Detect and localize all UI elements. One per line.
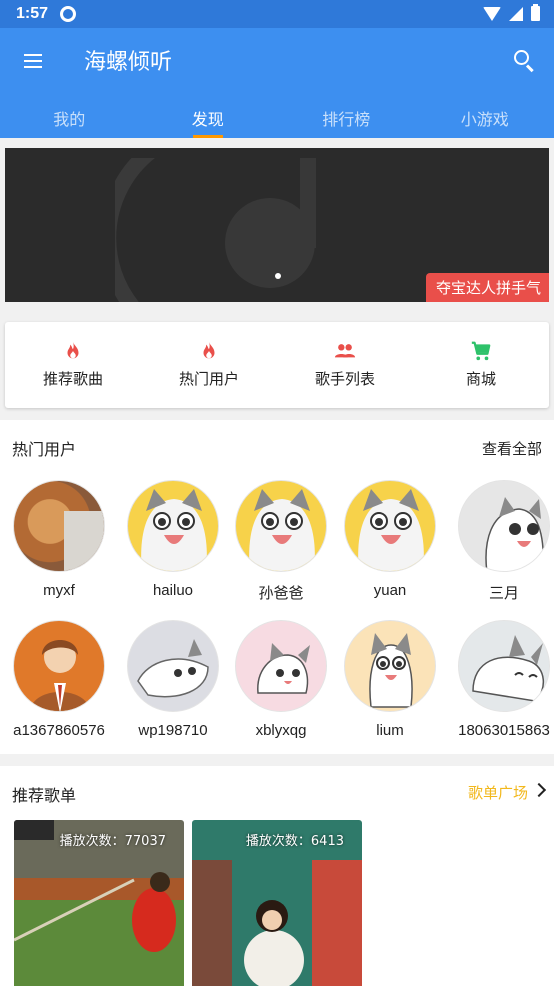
user-item[interactable]: xblyxqg [226,620,336,739]
avatar [235,480,327,572]
signal-icon [509,6,523,21]
tab-mini-games[interactable]: 小游戏 [416,100,554,138]
user-item[interactable]: hailuo [118,480,228,599]
status-indicators [483,4,540,21]
tab-discover[interactable]: 发现 [139,100,278,138]
user-name: myxf [43,582,75,599]
recommended-playlists-section: 推荐歌单 歌单广场 播放次数：77037 播放次数：6413 [0,766,554,986]
user-item[interactable]: 三月 [449,480,554,603]
user-item[interactable]: 18063015863 [449,620,554,739]
avatar [344,620,436,712]
user-item[interactable]: lium [335,620,445,739]
quick-item-label: 商城 [465,370,496,388]
wifi-icon [483,6,501,21]
user-item[interactable]: 孙爸爸 [226,480,336,603]
cat-avatar-icon [472,635,544,702]
carousel-indicator-dot [275,273,281,279]
avatar [458,480,550,572]
battery-icon [531,4,540,21]
quick-item-hot-users[interactable]: 热门用户 [141,322,277,408]
section-title: 热门用户 [12,440,77,459]
status-time: 1:57 [16,5,49,22]
status-bar: 1:57 [0,0,554,28]
user-name: a1367860576 [13,722,105,739]
banner-carousel[interactable]: 夺宝达人拼手气 [5,148,549,302]
user-name: wp198710 [138,722,208,739]
user-item[interactable]: wp198710 [118,620,228,739]
user-name: xblyxqg [255,722,307,739]
user-name: 18063015863 [458,722,550,739]
tab-bar: 我的 发现 排行榜 小游戏 [0,100,554,138]
app-title: 海螺倾听 [84,50,173,75]
user-name: yuan [373,582,407,599]
user-item[interactable]: yuan [335,480,445,599]
avatar [127,620,219,712]
user-name: hailuo [152,582,194,599]
quick-item-label: 推荐歌曲 [42,370,103,388]
avatar [13,620,105,712]
quick-item-recommended-songs[interactable]: 推荐歌曲 [5,322,141,408]
people-icon [334,344,356,358]
user-item[interactable]: a1367860576 [4,620,114,739]
app-bar: 海螺倾听 我的 发现 排行榜 小游戏 [0,28,554,138]
tab-charts[interactable]: 排行榜 [277,100,416,138]
avatar [13,480,105,572]
avatar [127,480,219,572]
cart-icon [471,341,491,361]
cat-avatar-icon [257,643,310,694]
quick-item-label: 歌手列表 [314,370,375,388]
cat-avatar-icon [369,633,413,708]
flame-icon [203,341,215,359]
chevron-right-icon[interactable] [531,782,547,798]
quick-item-label: 热门用户 [178,370,239,388]
anime-avatar-icon [30,640,90,711]
cat-avatar-icon [249,489,315,571]
avatar [458,620,550,712]
hot-users-section: 热门用户 查看全部 myxf hailuo 孙爸爸 yuan 三月 a13678… [0,420,554,754]
user-name: 孙爸爸 [258,585,304,602]
playlist-card[interactable]: 播放次数：6413 [192,820,362,986]
play-count: 播放次数：6413 [245,834,344,849]
cat-avatar-icon [141,489,207,571]
app-notification-icon [60,6,77,22]
search-icon[interactable] [514,50,536,73]
quick-menu: 推荐歌曲 热门用户 歌手列表 商城 [5,322,549,408]
user-name: 三月 [488,585,519,602]
view-all-link[interactable]: 查看全部 [482,438,542,459]
playlist-card[interactable]: 播放次数：77037 [14,820,184,986]
quick-item-mall[interactable]: 商城 [413,322,549,408]
tab-mine[interactable]: 我的 [0,100,139,138]
flame-icon [67,341,79,359]
user-item[interactable]: myxf [4,480,114,599]
play-count: 播放次数：77037 [59,834,166,849]
quick-item-singer-list[interactable]: 歌手列表 [277,322,413,408]
menu-icon[interactable] [24,54,42,68]
section-title: 推荐歌单 [12,786,77,805]
avatar [344,480,436,572]
cat-avatar-icon [358,489,424,571]
cat-avatar-icon [485,497,545,571]
user-name: lium [376,722,404,739]
avatar [235,620,327,712]
cat-avatar-icon [137,639,209,698]
playlist-square-link[interactable]: 歌单广场 [468,782,528,803]
banner-tag[interactable]: 夺宝达人拼手气 [425,273,549,302]
music-note-watermark-icon [115,158,316,302]
